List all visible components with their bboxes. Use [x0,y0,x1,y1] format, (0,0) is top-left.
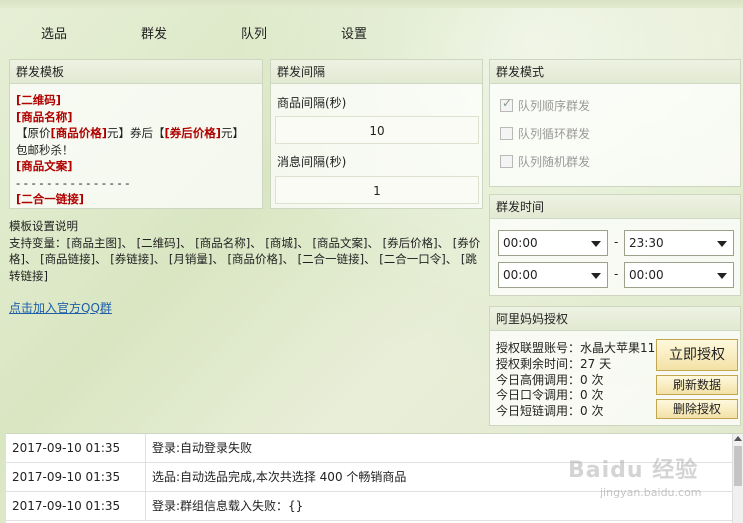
template-text: 包邮秒杀！ [16,142,74,157]
template-panel-title: 群发模板 [10,60,262,84]
refresh-data-button[interactable]: 刷新数据 [656,375,738,395]
mode-option-sequential[interactable]: 队列顺序群发 [500,96,590,114]
var-qrcode: [二维码] [16,93,62,107]
delete-auth-button[interactable]: 删除授权 [656,399,738,419]
auth-remaining-time: 授权剩余时间：27 天 [496,356,612,371]
select-value: 23:30 [629,236,664,250]
log-message: 登录:群组信息载入失败：{} [152,499,304,513]
log-message: 登录:自动登录失败 [152,441,253,455]
time-panel: 群发时间 00:00 - 23:30 00:00 - 00:00 [489,194,741,296]
product-interval-label: 商品间隔(秒) [277,96,347,110]
template-editor[interactable]: [二维码] [商品名称] 【原价[商品价格]元】券后【[券后价格]元】 包邮秒杀… [10,84,262,216]
scroll-thumb[interactable] [734,446,742,486]
end-time-select-1[interactable]: 23:30 [624,230,734,256]
authorize-button[interactable]: 立即授权 [656,339,738,371]
time-separator: - [614,267,619,281]
start-time-select-1[interactable]: 00:00 [498,230,608,256]
select-value: 00:00 [503,268,538,282]
tab-bar: 选品 群发 队列 设置 [0,22,743,48]
template-panel: 群发模板 [二维码] [商品名称] 【原价[商品价格]元】券后【[券后价格]元】… [9,59,263,209]
checkbox-icon[interactable] [500,154,513,168]
end-time-select-2[interactable]: 00:00 [624,262,734,288]
auth-panel-title: 阿里妈妈授权 [490,307,740,331]
mode-option-label: 队列顺序群发 [518,98,591,113]
template-separator: - - - - - - - - - - - - - - - [16,175,130,190]
select-value: 00:00 [503,236,538,250]
auth-account: 授权联盟账号：水晶大苹果1102 [496,341,671,355]
chevron-down-icon [591,241,601,247]
start-time-select-2[interactable]: 00:00 [498,262,608,288]
auth-short-link-calls: 今日短链调用：0 次 [496,404,604,419]
interval-panel: 群发间隔 商品间隔(秒) 10 消息间隔(秒) 1 [270,59,483,209]
baidu-watermark: Baidu 经验 [568,458,699,483]
var-two-in-one-link: [二合一链接] [16,192,85,206]
template-help-text: 支持变量：[商品主图]、 [二维码]、 [商品名称]、 [商城]、 [商品文案]… [9,235,481,283]
checkbox-checked-icon[interactable] [500,96,513,112]
checkbox-icon[interactable] [500,126,513,140]
var-coupon-price: [券后价格] [164,126,222,140]
product-interval-input[interactable]: 10 [275,116,479,144]
auth-high-commission-calls: 今日高佣调用：0 次 [496,372,604,387]
join-qq-group-link[interactable]: 点击加入官方QQ群 [9,299,112,316]
mode-option-loop[interactable]: 队列循环群发 [500,124,590,142]
tab-settings[interactable]: 设置 [326,22,382,48]
log-scrollbar[interactable] [732,434,743,523]
message-interval-label: 消息间隔(秒) [277,155,347,169]
select-value: 00:00 [629,268,664,282]
baidu-watermark-url: jingyan.baidu.com [600,486,702,499]
tab-select-products[interactable]: 选品 [26,22,82,48]
title-strip [0,0,743,8]
mode-option-label: 队列循环群发 [518,126,591,141]
var-product-name: [商品名称] [16,109,73,124]
log-time: 2017-09-10 01:35 [6,463,146,491]
tab-queue[interactable]: 队列 [226,22,282,48]
interval-panel-title: 群发间隔 [271,60,482,84]
time-panel-title: 群发时间 [490,195,740,219]
mode-panel-title: 群发模式 [490,60,740,84]
mode-option-label: 队列随机群发 [518,154,591,169]
log-time: 2017-09-10 01:35 [6,434,146,462]
template-text: 元】 [221,126,245,140]
template-text: 【原价 [16,126,51,140]
message-interval-input[interactable]: 1 [275,176,479,204]
tab-broadcast[interactable]: 群发 [126,22,182,48]
log-time: 2017-09-10 01:35 [6,492,146,520]
mode-option-random[interactable]: 队列随机群发 [500,152,590,170]
chevron-down-icon [717,273,727,279]
mode-panel: 群发模式 队列顺序群发 队列循环群发 队列随机群发 [489,59,741,187]
time-separator: - [614,235,619,249]
chevron-down-icon [591,273,601,279]
template-text: 元】券后【 [107,126,165,140]
template-help-heading: 模板设置说明 [9,219,78,233]
chevron-down-icon [717,241,727,247]
scroll-up-icon[interactable] [734,436,742,441]
auth-token-calls: 今日口令调用：0 次 [496,388,604,403]
auth-panel: 阿里妈妈授权 授权联盟账号：水晶大苹果1102 授权剩余时间：27 天 今日高佣… [489,306,741,426]
var-product-price: [商品价格] [50,126,108,140]
var-product-copy: [商品文案] [16,159,73,173]
auth-info: 授权联盟账号：水晶大苹果1102 授权剩余时间：27 天 今日高佣调用：0 次 … [496,341,671,420]
template-help: 模板设置说明 支持变量：[商品主图]、 [二维码]、 [商品名称]、 [商城]、… [9,218,487,284]
log-message: 选品:自动选品完成,本次共选择 400 个畅销商品 [152,470,407,484]
